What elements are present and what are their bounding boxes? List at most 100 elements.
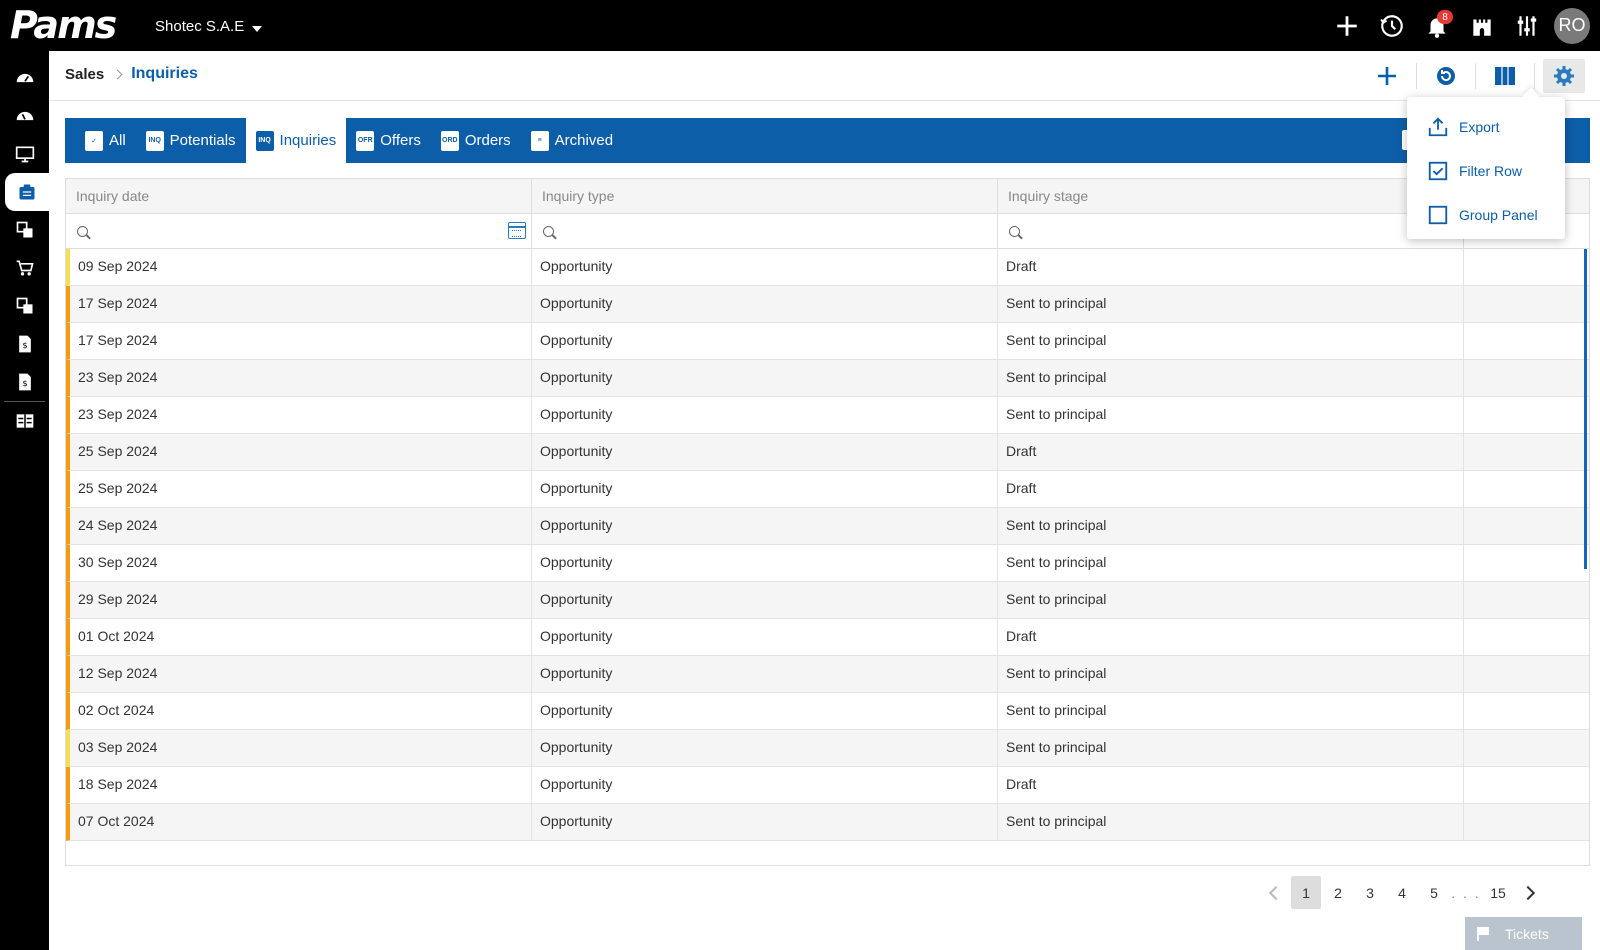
table-row[interactable]: 25 Sep 2024 Opportunity Draft: [66, 471, 1589, 508]
next-page-button[interactable]: [1515, 876, 1545, 909]
table-row[interactable]: 01 Oct 2024 Opportunity Draft: [66, 619, 1589, 656]
cell-inquiry-stage: Sent to principal: [998, 360, 1464, 396]
tab-all[interactable]: ✓ All: [75, 118, 136, 163]
table-row[interactable]: 23 Sep 2024 Opportunity Sent to principal: [66, 360, 1589, 397]
sliders-icon[interactable]: [1504, 0, 1549, 51]
table-row[interactable]: 03 Sep 2024 Opportunity Sent to principal: [66, 730, 1589, 767]
table-row[interactable]: 29 Sep 2024 Opportunity Sent to principal: [66, 582, 1589, 619]
company-selector[interactable]: Shotec S.A.E: [155, 18, 263, 35]
page-2-button[interactable]: 2: [1323, 876, 1353, 909]
breadcrumb-root[interactable]: Sales: [65, 66, 104, 83]
cell-inquiry-date: 09 Sep 2024: [70, 249, 532, 285]
filter-inquiry-type-input[interactable]: [532, 214, 997, 248]
vertical-scrollbar[interactable]: [1584, 249, 1587, 569]
gauge-icon[interactable]: [0, 97, 49, 135]
menu-item-label: Filter Row: [1459, 163, 1523, 179]
columns-button[interactable]: [1484, 59, 1526, 93]
tab-potentials[interactable]: INQ Potentials: [136, 118, 246, 163]
refresh-button[interactable]: [1425, 59, 1467, 93]
page-3-button[interactable]: 3: [1355, 876, 1385, 909]
avatar[interactable]: RO: [1554, 7, 1590, 44]
cell-inquiry-date: 03 Sep 2024: [70, 730, 532, 766]
notifications-badge: 8: [1437, 10, 1453, 24]
cell-inquiry-type: Opportunity: [532, 286, 998, 322]
logo-text: Pams: [10, 3, 117, 47]
catalog-icon[interactable]: [0, 211, 49, 249]
header-divider: [1416, 63, 1417, 89]
cell-inquiry-date: 18 Sep 2024: [70, 767, 532, 803]
notifications-icon[interactable]: 8: [1414, 0, 1459, 51]
dashboard-icon[interactable]: [0, 59, 49, 97]
sales-icon[interactable]: [5, 173, 49, 211]
page-4-button[interactable]: 4: [1387, 876, 1417, 909]
tab-offers[interactable]: OFR Offers: [346, 118, 431, 163]
cell-extra: [1464, 434, 1589, 470]
menu-item-group-panel[interactable]: Group Panel: [1407, 193, 1565, 237]
cell-inquiry-stage: Draft: [998, 471, 1464, 507]
history-icon[interactable]: [1369, 0, 1414, 51]
filter-inquiry-stage-input[interactable]: [998, 214, 1463, 248]
products-icon[interactable]: [0, 287, 49, 325]
header-divider: [1534, 63, 1535, 89]
settings-menu: Export Filter Row Group Panel: [1407, 97, 1565, 239]
page-last-button[interactable]: 15: [1483, 876, 1513, 909]
column-header-inquiry-type[interactable]: Inquiry type: [532, 179, 998, 213]
table-row[interactable]: 09 Sep 2024 Opportunity Draft: [66, 249, 1589, 286]
table-row[interactable]: 17 Sep 2024 Opportunity Sent to principal: [66, 323, 1589, 360]
page-1-button[interactable]: 1: [1291, 876, 1321, 909]
tab-inquiries[interactable]: INQ Inquiries: [245, 118, 347, 163]
table-row[interactable]: 23 Sep 2024 Opportunity Sent to principal: [66, 397, 1589, 434]
menu-item-export[interactable]: Export: [1407, 105, 1565, 149]
left-nav: $ $: [0, 51, 49, 950]
cell-inquiry-date: 25 Sep 2024: [70, 471, 532, 507]
filter-inquiry-date-input[interactable]: [66, 214, 531, 248]
previous-page-button[interactable]: [1259, 876, 1289, 909]
page-5-button[interactable]: 5: [1419, 876, 1449, 909]
cell-extra: [1464, 545, 1589, 581]
page-title: Inquiries: [131, 65, 198, 82]
chevron-left-icon: [1268, 885, 1284, 900]
menu-item-filter-row[interactable]: Filter Row: [1407, 149, 1565, 193]
cart-icon[interactable]: [0, 249, 49, 287]
table-row[interactable]: 07 Oct 2024 Opportunity Sent to principal: [66, 804, 1589, 841]
cell-inquiry-stage: Sent to principal: [998, 804, 1464, 840]
tab-orders[interactable]: ORD Orders: [431, 118, 521, 163]
monitor-icon[interactable]: [0, 135, 49, 173]
payments-icon[interactable]: $: [0, 363, 49, 401]
tab-label: Inquiries: [279, 132, 337, 149]
reports-icon[interactable]: [0, 402, 49, 440]
cell-inquiry-date: 12 Sep 2024: [70, 656, 532, 692]
cell-inquiry-date: 23 Sep 2024: [70, 397, 532, 433]
add-record-button[interactable]: [1366, 59, 1408, 93]
castle-icon[interactable]: [1459, 0, 1504, 51]
tab-archived[interactable]: ≡ Archived: [521, 118, 623, 163]
table-row[interactable]: 30 Sep 2024 Opportunity Sent to principal: [66, 545, 1589, 582]
app-logo[interactable]: Pams: [10, 3, 132, 47]
breadcrumb: Sales Inquiries: [65, 65, 198, 83]
cell-inquiry-stage: Draft: [998, 249, 1464, 285]
pagination-ellipsis: . . .: [1451, 884, 1481, 901]
tickets-button[interactable]: Tickets: [1465, 917, 1582, 950]
caret-down-icon: [252, 25, 263, 32]
table-row[interactable]: 24 Sep 2024 Opportunity Sent to principal: [66, 508, 1589, 545]
invoice-icon[interactable]: $: [0, 325, 49, 363]
table-row[interactable]: 12 Sep 2024 Opportunity Sent to principal: [66, 656, 1589, 693]
cell-inquiry-stage: Sent to principal: [998, 545, 1464, 581]
table-row[interactable]: 18 Sep 2024 Opportunity Draft: [66, 767, 1589, 804]
calendar-icon[interactable]: [508, 222, 526, 239]
table-row[interactable]: 25 Sep 2024 Opportunity Draft: [66, 434, 1589, 471]
cell-extra: [1464, 508, 1589, 544]
tab-label: All: [109, 132, 126, 149]
table-row[interactable]: 17 Sep 2024 Opportunity Sent to principal: [66, 286, 1589, 323]
cell-inquiry-stage: Draft: [998, 619, 1464, 655]
column-header-inquiry-date[interactable]: Inquiry date: [66, 179, 532, 213]
column-header-inquiry-stage[interactable]: Inquiry stage: [998, 179, 1464, 213]
add-icon[interactable]: [1324, 0, 1369, 51]
table-row[interactable]: 02 Oct 2024 Opportunity Sent to principal: [66, 693, 1589, 730]
inquiries-grid: Inquiry date Inquiry type Inquiry stage …: [65, 178, 1590, 866]
chevron-right-icon: [112, 69, 123, 79]
settings-button[interactable]: [1543, 59, 1585, 93]
cell-inquiry-type: Opportunity: [532, 434, 998, 470]
search-icon: [77, 226, 88, 237]
top-bar: Pams Shotec S.A.E 8 RO: [0, 0, 1600, 51]
